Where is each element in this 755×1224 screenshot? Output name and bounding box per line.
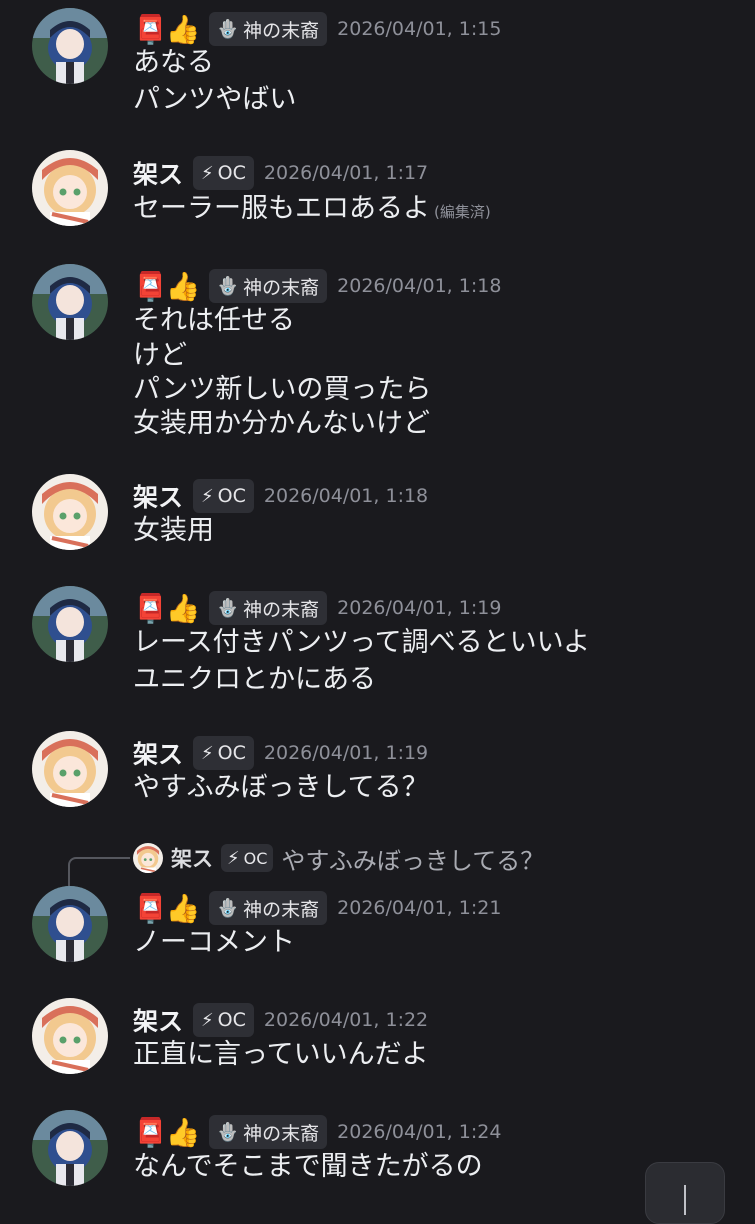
- username[interactable]: 架ス: [133, 1002, 183, 1038]
- message-line: やすふみぼっきしてる？: [133, 772, 429, 803]
- guild-tag-label: 神の末裔: [243, 898, 320, 921]
- message-line: あなる: [133, 47, 214, 78]
- message-line: なんでそこまで聞きたがるの: [133, 1151, 483, 1182]
- reply-guild-tag-label: OC: [243, 848, 268, 868]
- guild-tag-icon: 🪬: [216, 897, 240, 919]
- guild-tag[interactable]: 🪬 神の末裔: [208, 269, 328, 303]
- guild-tag-icon: 🪬: [216, 18, 240, 40]
- guild-tag[interactable]: ⚡ OC: [193, 156, 254, 190]
- message-header: 架ス ⚡ OC 2026/04/01, 1:22: [133, 1001, 428, 1039]
- guild-tag-icon: 🪬: [216, 1121, 240, 1143]
- user-avatar[interactable]: [32, 586, 108, 662]
- lightning-icon: ⚡: [201, 1009, 214, 1031]
- message-line: パンツ新しいの買ったら: [133, 374, 432, 405]
- guild-tag-label: OC: [217, 1009, 246, 1031]
- reply-connector: [68, 857, 130, 887]
- user-avatar[interactable]: [32, 150, 108, 226]
- guild-tag-label: OC: [217, 485, 246, 507]
- timestamp: 2026/04/01, 1:22: [263, 1009, 429, 1031]
- lightning-icon: ⚡: [201, 742, 214, 764]
- message-header: 📮👍 🪬 神の末裔 2026/04/01, 1:24: [133, 1113, 501, 1151]
- message-header: 📮👍 🪬 神の末裔 2026/04/01, 1:15: [133, 10, 501, 48]
- guild-tag-label: OC: [217, 162, 246, 184]
- guild-tag[interactable]: 🪬 神の末裔: [208, 1115, 328, 1149]
- guild-tag-icon: 🪬: [216, 275, 240, 297]
- timestamp: 2026/04/01, 1:21: [337, 897, 502, 919]
- user-avatar[interactable]: [32, 886, 108, 962]
- lightning-icon: ⚡: [227, 847, 240, 869]
- reply-avatar: [133, 843, 163, 873]
- message-line: 女装用か分かんないけど: [133, 408, 430, 439]
- timestamp: 2026/04/01, 1:19: [337, 597, 502, 619]
- lightning-icon: ⚡: [201, 162, 214, 184]
- message-header: 架ス ⚡ OC 2026/04/01, 1:17: [133, 154, 428, 192]
- guild-tag[interactable]: 🪬 神の末裔: [208, 891, 328, 925]
- username[interactable]: 📮👍: [133, 892, 201, 925]
- message-line: レース付きパンツって調べるといいよ: [133, 627, 591, 658]
- guild-tag-label: 神の末裔: [243, 19, 320, 42]
- user-avatar[interactable]: [32, 731, 108, 807]
- timestamp: 2026/04/01, 1:18: [337, 275, 502, 297]
- timestamp: 2026/04/01, 1:15: [337, 18, 502, 40]
- reply-reference[interactable]: 架ス ⚡ OC やすふみぼっきしてる？: [133, 840, 544, 876]
- user-avatar[interactable]: [32, 8, 108, 84]
- message-line: それは任せる: [133, 305, 295, 336]
- guild-tag[interactable]: 🪬 神の末裔: [208, 591, 328, 625]
- message-line: 女装用: [133, 515, 214, 546]
- username[interactable]: 📮👍: [133, 13, 201, 46]
- message-line: セーラー服もエロあるよ (編集済): [133, 192, 491, 229]
- user-avatar[interactable]: [32, 474, 108, 550]
- message-line: ノーコメント: [133, 927, 295, 958]
- user-avatar[interactable]: [32, 998, 108, 1074]
- timestamp: 2026/04/01, 1:24: [337, 1121, 502, 1143]
- jump-to-present-button[interactable]: [645, 1162, 725, 1224]
- guild-tag[interactable]: ⚡ OC: [193, 736, 254, 770]
- user-avatar[interactable]: [32, 1110, 108, 1186]
- timestamp: 2026/04/01, 1:17: [263, 162, 429, 184]
- lightning-icon: ⚡: [201, 485, 214, 507]
- reply-text: やすふみぼっきしてる？: [281, 846, 545, 875]
- guild-tag[interactable]: ⚡ OC: [193, 479, 254, 513]
- message-line: ユニクロとかにある: [133, 664, 376, 695]
- username[interactable]: 📮👍: [133, 1116, 201, 1149]
- username[interactable]: 📮👍: [133, 270, 201, 303]
- guild-tag-label: 神の末裔: [243, 276, 320, 299]
- message-header: 📮👍 🪬 神の末裔 2026/04/01, 1:19: [133, 589, 501, 627]
- username[interactable]: 架ス: [133, 478, 183, 514]
- message-header: 架ス ⚡ OC 2026/04/01, 1:18: [133, 477, 428, 515]
- message-header: 架ス ⚡ OC 2026/04/01, 1:19: [133, 734, 428, 772]
- message-header: 📮👍 🪬 神の末裔 2026/04/01, 1:18: [133, 267, 501, 305]
- guild-tag-label: 神の末裔: [243, 598, 320, 621]
- guild-tag-icon: 🪬: [216, 597, 240, 619]
- message-line: 正直に言っていいんだよ: [133, 1039, 429, 1070]
- message-text: セーラー服もエロあるよ: [133, 193, 430, 224]
- message-line: パンツやばい: [133, 84, 297, 115]
- arrow-down-icon: [684, 1185, 686, 1215]
- user-avatar[interactable]: [32, 264, 108, 340]
- edited-marker: (編集済): [434, 203, 491, 221]
- guild-tag-label: 神の末裔: [243, 1122, 320, 1145]
- message-header: 📮👍 🪬 神の末裔 2026/04/01, 1:21: [133, 889, 501, 927]
- username[interactable]: 架ス: [133, 155, 183, 191]
- message-line: けど: [133, 340, 187, 371]
- timestamp: 2026/04/01, 1:18: [263, 485, 429, 507]
- username[interactable]: 架ス: [133, 735, 183, 771]
- guild-tag[interactable]: ⚡ OC: [193, 1003, 254, 1037]
- guild-tag[interactable]: 🪬 神の末裔: [208, 12, 328, 46]
- timestamp: 2026/04/01, 1:19: [263, 742, 429, 764]
- username[interactable]: 📮👍: [133, 592, 201, 625]
- reply-username: 架ス: [171, 847, 213, 871]
- guild-tag-label: OC: [217, 742, 246, 764]
- reply-guild-tag: ⚡ OC: [221, 844, 274, 872]
